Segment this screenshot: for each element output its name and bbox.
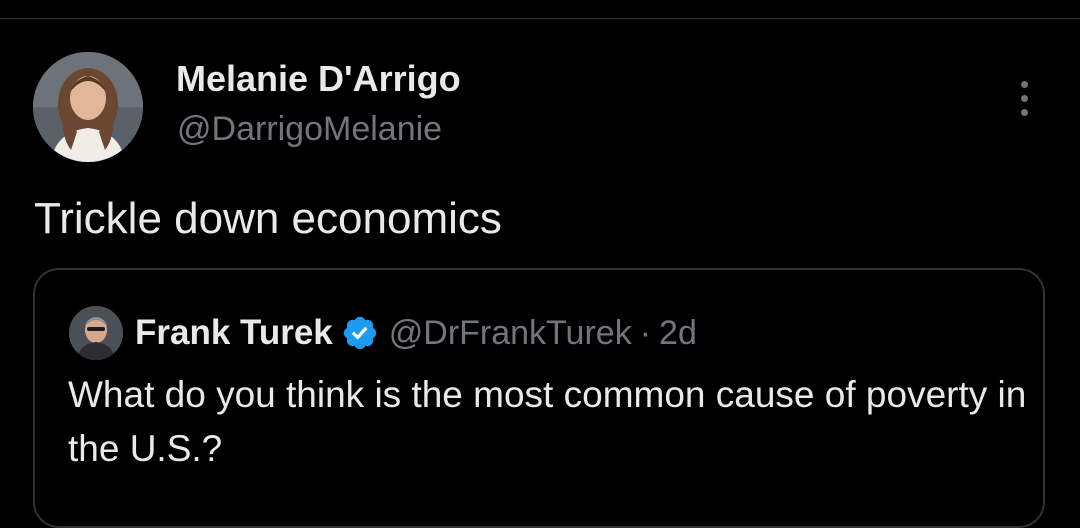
author-avatar-image [33, 52, 143, 162]
more-dot [1020, 108, 1028, 116]
quoted-author-avatar-image [69, 306, 123, 360]
more-dot [1020, 94, 1028, 102]
author-name[interactable]: Melanie D'Arrigo [176, 58, 461, 100]
verified-badge-icon[interactable] [341, 314, 379, 352]
quoted-tweet-timestamp[interactable]: 2d [659, 314, 697, 353]
author-handle[interactable]: @DarrigoMelanie [177, 110, 442, 149]
more-dot [1020, 80, 1028, 88]
quoted-author-avatar[interactable] [69, 306, 123, 360]
quoted-tweet-text: What do you think is the most common cau… [68, 374, 1027, 469]
quoted-tweet-card[interactable]: Frank Turek @DrFrankTurek · 2d What do y… [33, 268, 1045, 528]
quoted-author-name[interactable]: Frank Turek [135, 313, 333, 353]
quoted-author-handle[interactable]: @DrFrankTurek [389, 314, 632, 353]
quoted-tweet-header: Frank Turek @DrFrankTurek · 2d [135, 306, 697, 360]
tweet-text: Trickle down economics [34, 194, 502, 243]
top-divider [0, 18, 1080, 19]
header-separator: · [639, 313, 652, 352]
more-options-icon[interactable] [1008, 78, 1040, 118]
author-avatar[interactable] [33, 52, 143, 162]
